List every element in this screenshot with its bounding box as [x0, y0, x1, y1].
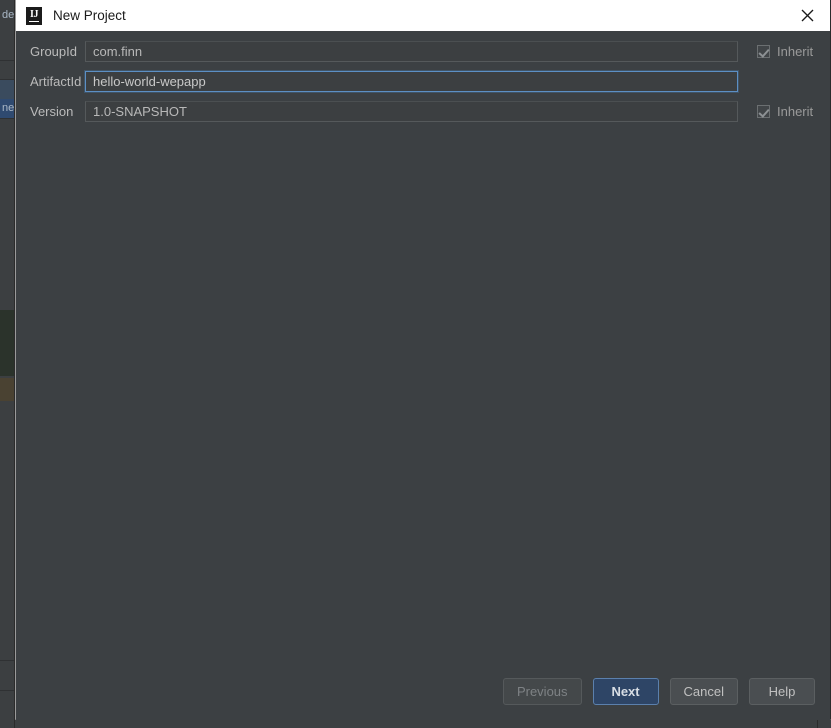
- dialog-title: New Project: [53, 8, 126, 23]
- version-inherit-label: Inherit: [777, 104, 814, 119]
- ide-band-olive: [0, 378, 14, 401]
- groupid-label: GroupId: [30, 44, 77, 59]
- groupid-inherit-checkbox[interactable]: Inherit: [757, 44, 813, 59]
- ide-separator: [0, 660, 14, 661]
- form-row-version: Version Inherit: [16, 101, 831, 122]
- artifactid-input[interactable]: [85, 71, 738, 92]
- ide-backdrop-left-strip: de ne: [0, 0, 15, 728]
- dialog-body: GroupId Inherit ArtifactId Version Inher…: [16, 31, 830, 720]
- form-row-groupid: GroupId Inherit: [16, 41, 831, 62]
- groupid-input[interactable]: [85, 41, 738, 62]
- checkbox-icon[interactable]: [757, 45, 770, 58]
- ide-band-green: [0, 310, 14, 376]
- checkbox-icon[interactable]: [757, 105, 770, 118]
- ide-row[interactable]: [0, 80, 14, 99]
- artifactid-label: ArtifactId: [30, 74, 82, 89]
- help-button[interactable]: Help: [749, 677, 815, 705]
- new-project-dialog: IJ New Project GroupId Inherit ArtifactI…: [15, 0, 831, 720]
- cancel-button[interactable]: Cancel: [669, 677, 738, 705]
- ide-separator: [0, 690, 14, 691]
- dialog-titlebar: IJ New Project: [16, 0, 830, 31]
- ide-separator: [0, 60, 14, 61]
- previous-button[interactable]: Previous: [502, 677, 582, 705]
- ide-row[interactable]: de: [0, 6, 14, 25]
- version-inherit-checkbox[interactable]: Inherit: [757, 104, 813, 119]
- maven-coordinates-form: GroupId Inherit ArtifactId Version Inher…: [16, 31, 831, 122]
- intellij-idea-icon: IJ: [26, 6, 42, 25]
- close-icon: [801, 9, 813, 22]
- groupid-inherit-label: Inherit: [777, 44, 814, 59]
- version-label: Version: [30, 104, 74, 119]
- version-input[interactable]: [85, 101, 738, 122]
- dialog-footer: Previous Next Cancel Help: [16, 662, 830, 720]
- form-row-artifactid: ArtifactId: [16, 71, 831, 92]
- close-button[interactable]: [784, 0, 830, 31]
- ide-separator: [0, 118, 14, 119]
- next-button[interactable]: Next: [592, 677, 659, 705]
- ide-row-selected[interactable]: ne: [0, 99, 14, 118]
